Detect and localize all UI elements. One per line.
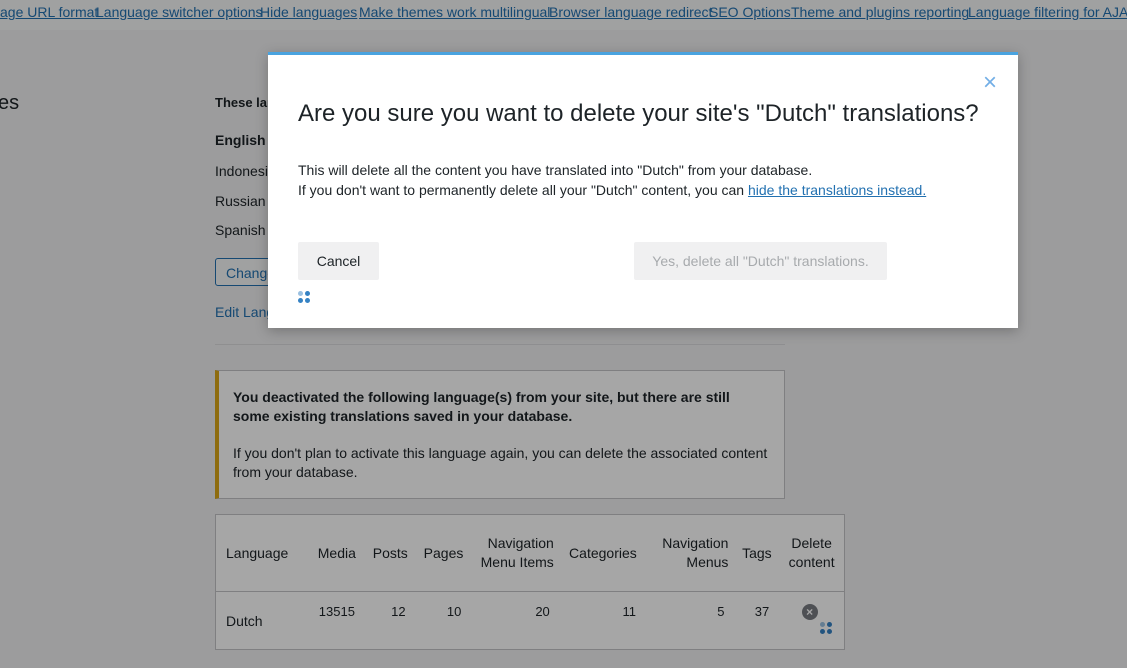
loading-spinner-icon — [298, 291, 310, 303]
hide-translations-link[interactable]: hide the translations instead. — [748, 182, 926, 198]
confirm-delete-button[interactable]: Yes, delete all "Dutch" translations. — [634, 242, 887, 280]
dialog-title: Are you sure you want to delete your sit… — [298, 100, 979, 127]
dialog-line-2-text: If you don't want to permanently delete … — [298, 182, 748, 198]
dialog-line-1: This will delete all the content you hav… — [298, 162, 813, 178]
delete-translations-dialog: × Are you sure you want to delete your s… — [268, 52, 1018, 328]
dialog-message: This will delete all the content you hav… — [298, 160, 926, 200]
cancel-button[interactable]: Cancel — [298, 242, 379, 280]
close-icon[interactable]: × — [980, 71, 1000, 95]
dialog-line-2: If you don't want to permanently delete … — [298, 180, 926, 200]
